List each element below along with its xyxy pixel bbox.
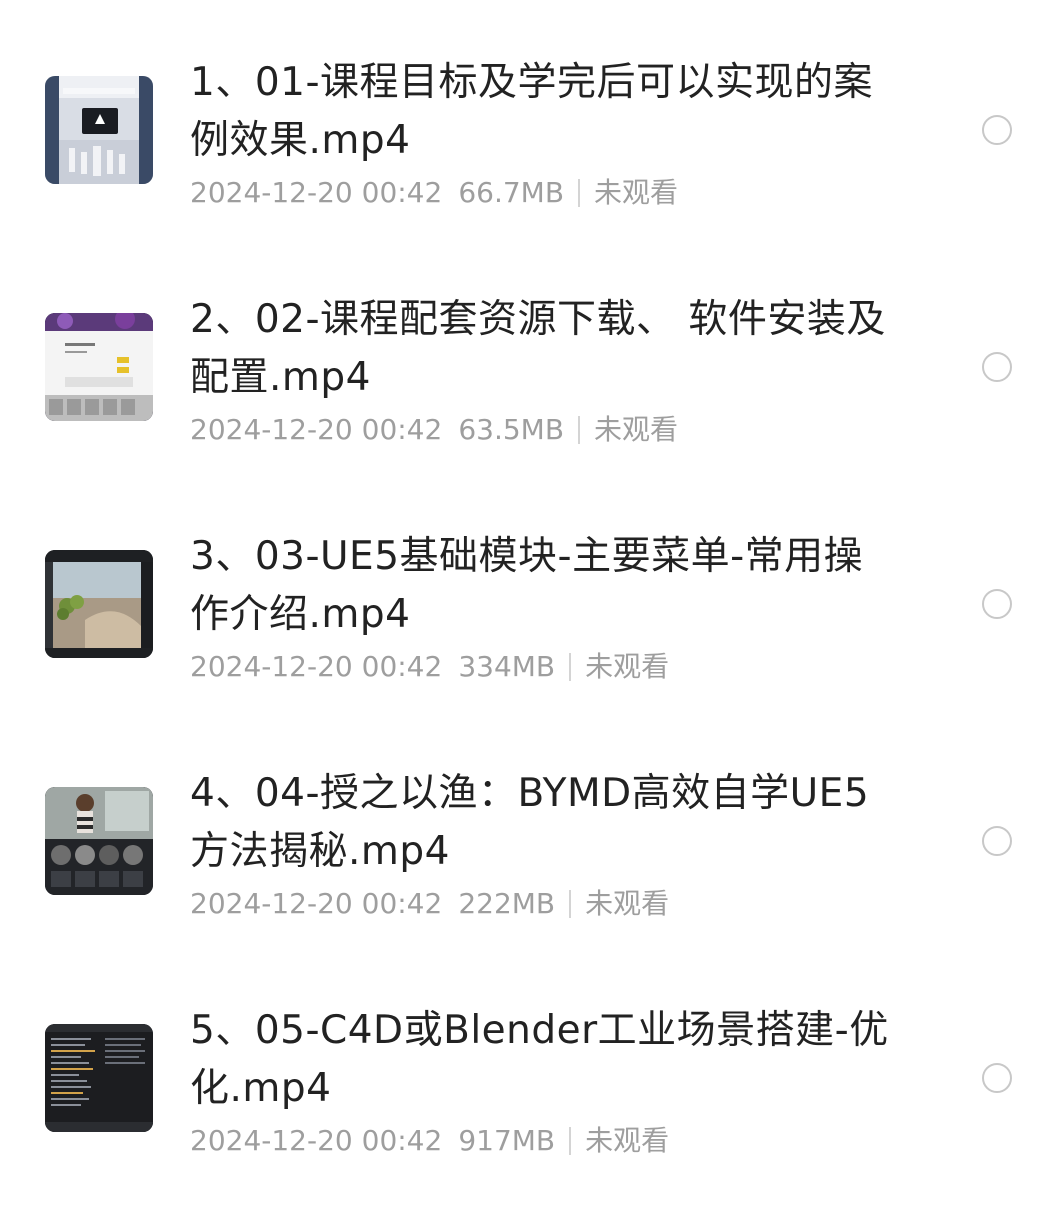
watch-status: 未观看 <box>585 650 670 683</box>
select-radio[interactable] <box>982 826 1012 856</box>
file-size: 66.7MB <box>458 176 565 209</box>
file-list-item[interactable]: 2、02-课程配套资源下载、 软件安装及配置.mp4 2024-12-20 00… <box>0 237 1051 474</box>
file-date: 2024-12-20 00:42 <box>190 1124 443 1157</box>
file-size: 334MB <box>458 650 556 683</box>
file-list-item[interactable]: 5、05-C4D或Blender工业场景搭建-优化.mp4 2024-12-20… <box>0 948 1051 1185</box>
file-list: 1、01-课程目标及学完后可以实现的案例效果.mp4 2024-12-20 00… <box>0 0 1051 1210</box>
file-list-item[interactable]: 3、03-UE5基础模块-主要菜单-常用操作介绍.mp4 2024-12-20 … <box>0 474 1051 711</box>
ue5-viewport-thumbnail-image <box>45 550 153 658</box>
file-title: 4、04-授之以渔：BYMD高效自学UE5方法揭秘.mp4 <box>190 771 870 874</box>
file-list-item[interactable]: 1、01-课程目标及学完后可以实现的案例效果.mp4 2024-12-20 00… <box>0 0 1051 237</box>
file-size: 917MB <box>458 1124 556 1157</box>
file-title: 1、01-课程目标及学完后可以实现的案例效果.mp4 <box>190 60 874 163</box>
file-title: 2、02-课程配套资源下载、 软件安装及配置.mp4 <box>190 297 886 400</box>
file-meta: 2024-12-20 00:42 63.5MB 未观看 <box>190 412 678 448</box>
meta-divider <box>569 890 572 918</box>
outliner-thumbnail-image <box>45 1024 153 1132</box>
watch-status: 未观看 <box>585 1124 670 1157</box>
file-meta: 2024-12-20 00:42 222MB 未观看 <box>190 886 669 922</box>
video-thumbnail[interactable] <box>45 76 153 184</box>
file-meta: 2024-12-20 00:42 917MB 未观看 <box>190 1123 669 1159</box>
meta-divider <box>578 416 581 444</box>
file-date: 2024-12-20 00:42 <box>190 176 443 209</box>
video-thumbnail[interactable] <box>45 550 153 658</box>
video-thumbnail[interactable] <box>45 787 153 895</box>
file-date: 2024-12-20 00:42 <box>190 887 443 920</box>
file-size: 222MB <box>458 887 556 920</box>
showroom-thumbnail-image <box>45 76 153 184</box>
watch-status: 未观看 <box>585 887 670 920</box>
file-date: 2024-12-20 00:42 <box>190 413 443 446</box>
select-radio[interactable] <box>982 1063 1012 1093</box>
video-thumbnail[interactable] <box>45 1024 153 1132</box>
meta-divider <box>578 179 581 207</box>
file-list-item[interactable]: 4、04-授之以渔：BYMD高效自学UE5方法揭秘.mp4 2024-12-20… <box>0 711 1051 948</box>
select-radio[interactable] <box>982 589 1012 619</box>
file-meta: 2024-12-20 00:42 66.7MB 未观看 <box>190 175 678 211</box>
meta-divider <box>569 653 572 681</box>
video-thumbnail[interactable] <box>45 313 153 421</box>
select-radio[interactable] <box>982 115 1012 145</box>
file-title: 5、05-C4D或Blender工业场景搭建-优化.mp4 <box>190 1008 889 1111</box>
meta-divider <box>569 1127 572 1155</box>
content-browser-thumbnail-image <box>45 787 153 895</box>
file-title: 3、03-UE5基础模块-主要菜单-常用操作介绍.mp4 <box>190 534 864 637</box>
file-size: 63.5MB <box>458 413 565 446</box>
file-meta: 2024-12-20 00:42 334MB 未观看 <box>190 649 669 685</box>
file-date: 2024-12-20 00:42 <box>190 650 443 683</box>
download-dialog-thumbnail-image <box>45 313 153 421</box>
watch-status: 未观看 <box>594 413 679 446</box>
select-radio[interactable] <box>982 352 1012 382</box>
watch-status: 未观看 <box>594 176 679 209</box>
